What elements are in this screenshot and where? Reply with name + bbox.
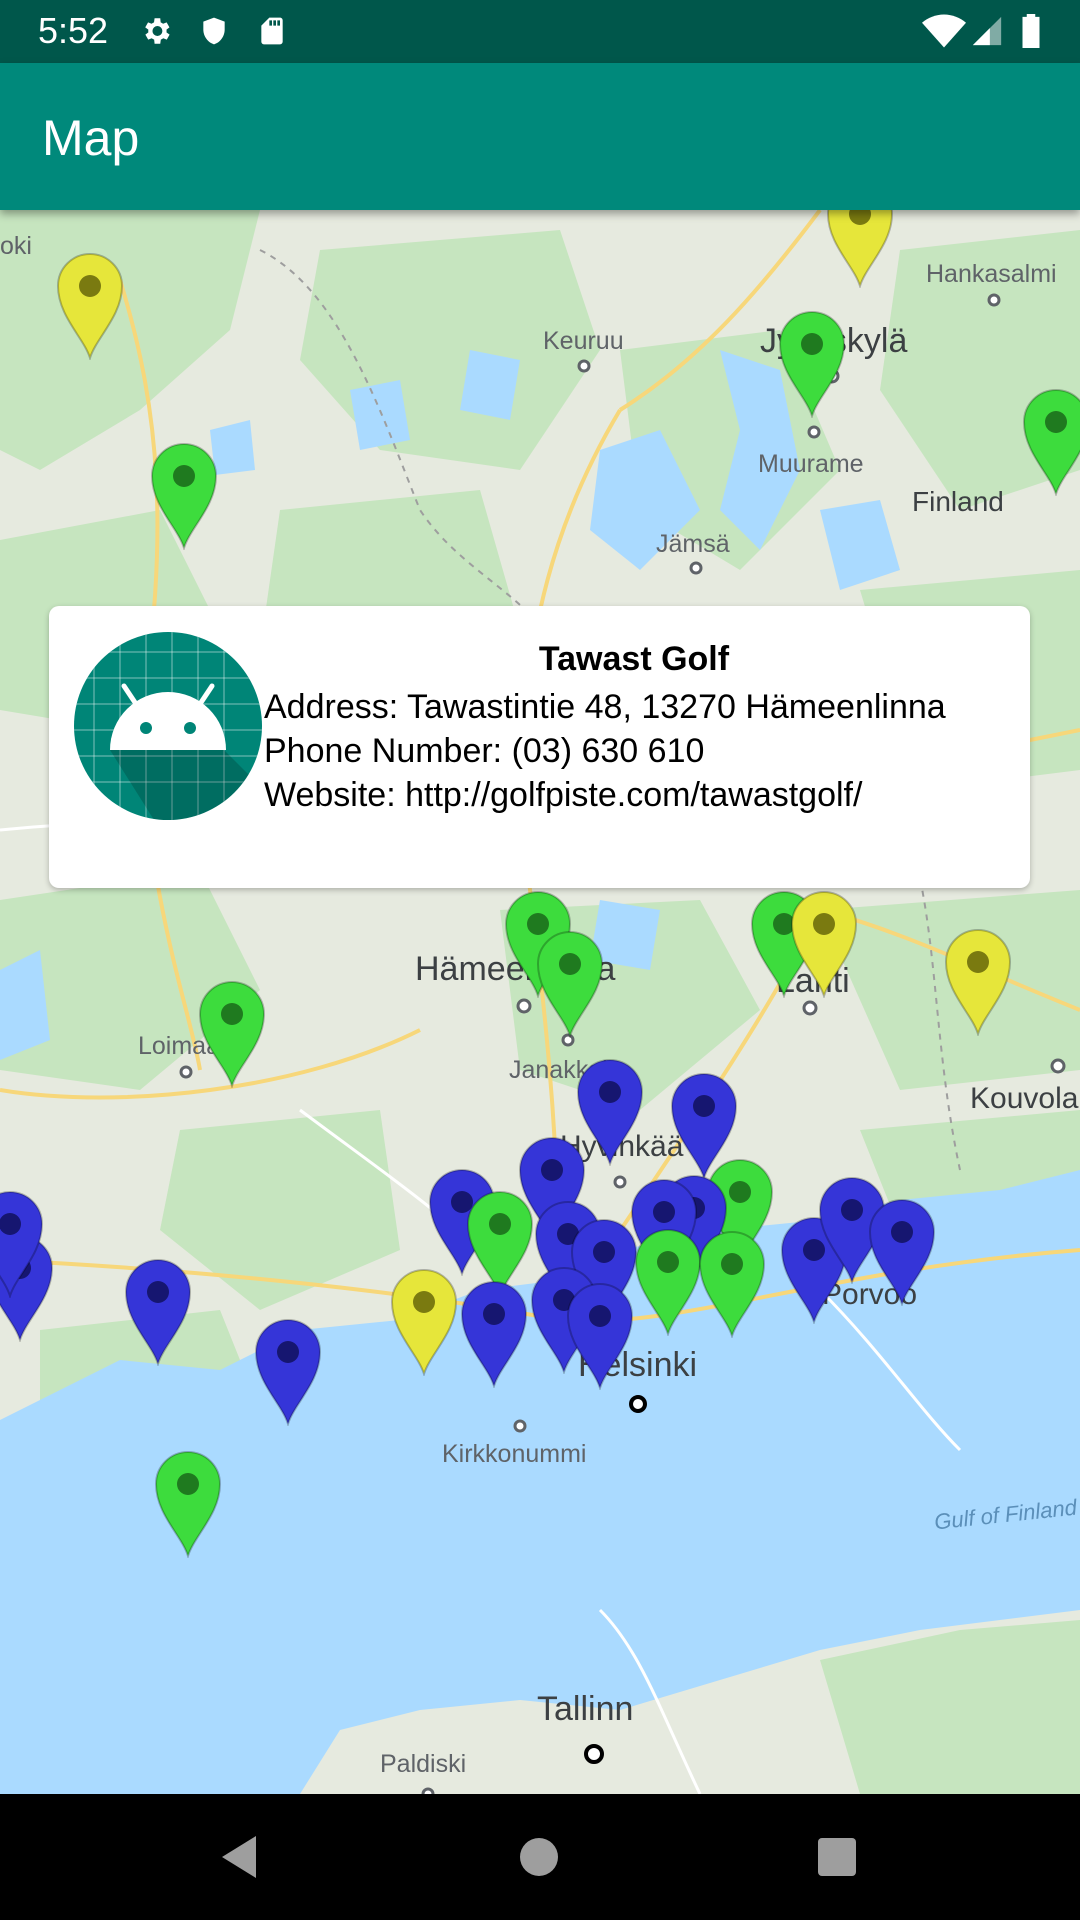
map-marker[interactable] (154, 1450, 222, 1560)
map-view[interactable]: oki Hankasalmi Keuruu Jyväskylä Muurame … (0, 210, 1080, 1794)
info-website: Website: http://golfpiste.com/tawastgolf… (264, 776, 863, 814)
home-icon[interactable] (518, 1836, 560, 1878)
signal-icon (972, 16, 1002, 46)
map-marker[interactable] (826, 210, 894, 290)
place-label: Keuruu (543, 327, 624, 355)
settings-icon (145, 18, 170, 44)
sd-card-icon (261, 17, 283, 45)
map-marker[interactable] (390, 1268, 458, 1378)
map-marker[interactable] (778, 310, 846, 420)
map-marker[interactable] (576, 1058, 644, 1168)
android-icon (74, 632, 262, 820)
place-label: Jämsä (656, 530, 730, 558)
map-marker[interactable] (0, 1190, 44, 1300)
place-label: Muurame (758, 450, 864, 478)
app-bar-title: Map (42, 110, 140, 166)
info-window[interactable]: Tawast Golf Address: Tawastintie 48, 132… (49, 606, 1030, 888)
place-label: Kouvola (970, 1082, 1079, 1115)
wifi-icon (922, 14, 966, 48)
status-bar: 5:52 (0, 0, 1080, 63)
map-marker[interactable] (150, 442, 218, 552)
map-marker[interactable] (124, 1258, 192, 1368)
place-label: Finland (912, 486, 1004, 517)
map-marker[interactable] (790, 890, 858, 1000)
place-label: Hankasalmi (926, 260, 1057, 288)
place-label: Kirkkonummi (442, 1440, 587, 1468)
navigation-bar (0, 1794, 1080, 1920)
map-marker[interactable] (254, 1318, 322, 1428)
info-address: Address: Tawastintie 48, 13270 Hämeenlin… (264, 688, 946, 726)
place-label: Paldiski (380, 1750, 467, 1778)
shield-icon (203, 17, 225, 45)
map-marker[interactable] (868, 1198, 936, 1308)
map-marker[interactable] (634, 1228, 702, 1338)
map-marker[interactable] (536, 930, 604, 1040)
map-marker[interactable] (1022, 388, 1080, 498)
back-icon[interactable] (216, 1832, 260, 1882)
info-title: Tawast Golf (538, 640, 730, 678)
place-label: Tallinn (537, 1690, 634, 1728)
info-phone: Phone Number: (03) 630 610 (264, 732, 705, 770)
map-marker[interactable] (56, 252, 124, 362)
app-bar: Map (0, 63, 1080, 210)
map-marker[interactable] (698, 1230, 766, 1340)
map-marker[interactable] (566, 1282, 634, 1392)
map-marker[interactable] (944, 928, 1012, 1038)
map-marker[interactable] (198, 980, 266, 1090)
place-label: oki (0, 232, 32, 260)
map-marker[interactable] (460, 1280, 528, 1390)
status-time: 5:52 (38, 10, 109, 51)
battery-icon (1022, 14, 1040, 48)
recents-icon[interactable] (816, 1836, 858, 1878)
